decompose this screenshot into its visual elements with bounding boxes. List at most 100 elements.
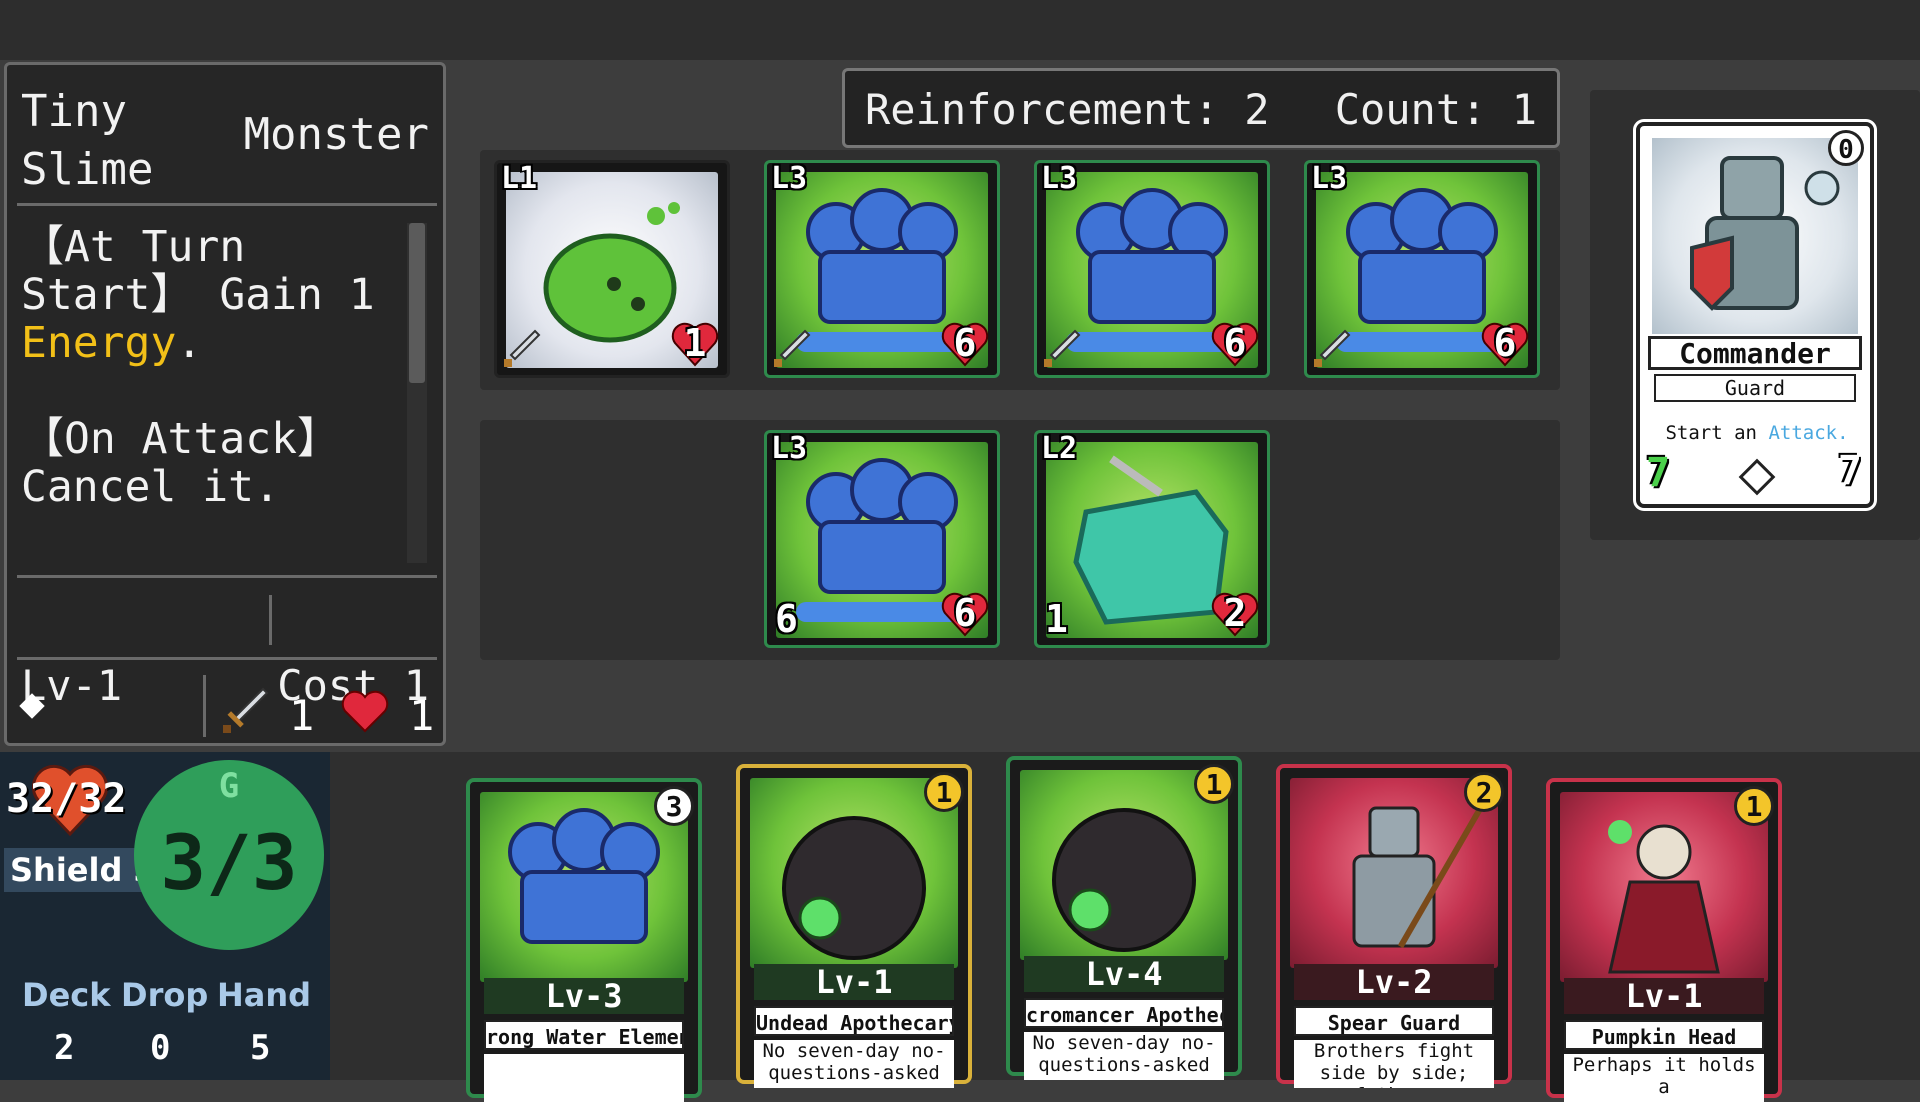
divider xyxy=(17,203,437,206)
count-label: Count: 1 xyxy=(1334,85,1537,134)
card-attack: 1 xyxy=(1045,597,1068,641)
inspector-health: 1 xyxy=(409,691,435,740)
card-level: Lv-4 xyxy=(1024,956,1224,992)
card-level: L3 xyxy=(1041,161,1078,196)
card-art xyxy=(750,778,958,968)
card-text xyxy=(484,1054,684,1102)
card-health: 6 xyxy=(1211,321,1259,367)
reinforcement-banner: Reinforcement: 2 Count: 1 xyxy=(842,68,1560,148)
inspector-name-line1: Tiny xyxy=(21,86,127,137)
hand-count: 5 xyxy=(250,1028,271,1068)
player-hp: 32/32 xyxy=(6,776,127,822)
card-health: 2 xyxy=(1211,591,1259,637)
board-card-water-elemental[interactable]: L3 6 xyxy=(764,160,1000,378)
inspector-name-line2: Slime xyxy=(21,144,154,195)
energy-value: 3/3 xyxy=(160,818,298,907)
deck-label[interactable]: Deck xyxy=(22,976,111,1014)
cost-badge: 1 xyxy=(924,772,964,812)
card-art xyxy=(1020,770,1228,960)
card-health-value: 2 xyxy=(1223,591,1247,635)
card-level: Lv-1 xyxy=(754,964,954,1000)
card-art xyxy=(1560,792,1768,982)
inspector-card-type: Monster xyxy=(243,109,429,160)
card-art xyxy=(480,792,688,982)
commander-count-badge: 0 xyxy=(1828,130,1864,166)
card-name: Spear Guard xyxy=(1294,1006,1494,1036)
commander-text-pre: Start an xyxy=(1665,422,1757,444)
desc-punct: . xyxy=(176,318,203,368)
card-text: Brothers fight side by side; fathers xyxy=(1294,1040,1494,1088)
card-name: Pumpkin Head xyxy=(1564,1020,1764,1050)
sword-icon xyxy=(1314,329,1351,367)
hand-card[interactable]: 1 Lv-4 cromancer Apothec No seven-day no… xyxy=(1006,756,1242,1080)
sword-icon xyxy=(504,329,541,367)
card-health-value: 6 xyxy=(953,321,977,365)
card-name: Undead Apothecary xyxy=(754,1006,954,1036)
board-card-water-elemental[interactable]: L3 6 xyxy=(1304,160,1540,378)
top-bar xyxy=(0,0,1920,60)
board-card-tiny-slime[interactable]: L1 1 xyxy=(494,160,730,378)
inspector-attack: 1 xyxy=(289,691,315,740)
commander-health: 7 xyxy=(1837,448,1862,494)
drop-count: 0 xyxy=(150,1028,171,1068)
commander-text: Start an Attack. xyxy=(1654,422,1860,444)
card-health-value: 6 xyxy=(953,591,977,635)
attack-keyword[interactable]: Attack. xyxy=(1768,422,1848,444)
energy-icon: G xyxy=(218,766,240,806)
board-card-water-elemental[interactable]: L3 6 xyxy=(1034,160,1270,378)
divider xyxy=(203,675,206,737)
divider xyxy=(269,595,272,645)
card-level: L3 xyxy=(771,161,808,196)
commander-art xyxy=(1652,138,1858,334)
sword-icon xyxy=(223,687,269,733)
desc-line: Start】 Gain 1 xyxy=(21,270,375,320)
board-card-water-elemental[interactable]: L3 6 6 xyxy=(764,430,1000,648)
description-scrollbar-thumb[interactable] xyxy=(409,223,425,383)
inspector-description: 【At Turn Start】 Gain 1 Energy. 【On Attac… xyxy=(21,223,409,511)
commander-card[interactable]: 0 Commander Guard Start an Attack. 7 7 xyxy=(1636,122,1874,508)
cost-badge: 1 xyxy=(1734,786,1774,826)
card-level: Lv-1 xyxy=(1564,978,1764,1014)
cost-badge: 2 xyxy=(1464,772,1504,812)
desc-line: Cancel it. xyxy=(21,462,280,512)
cost-badge: 3 xyxy=(654,786,694,826)
player-board-row xyxy=(480,420,1560,660)
card-health: 1 xyxy=(671,321,719,367)
card-level: Lv-3 xyxy=(484,978,684,1014)
card-level: L2 xyxy=(1041,431,1078,466)
hand-card[interactable]: 1 Lv-1 Undead Apothecary No seven-day no… xyxy=(736,764,972,1088)
commander-name: Commander xyxy=(1648,336,1862,370)
commander-attack: 7 xyxy=(1646,450,1671,496)
divider xyxy=(17,657,437,660)
divider xyxy=(17,575,437,578)
board-card-gelatinous-cube[interactable]: L2 1 2 xyxy=(1034,430,1270,648)
card-attack: 6 xyxy=(775,597,798,641)
energy-keyword[interactable]: Energy xyxy=(21,318,176,368)
card-health-value: 1 xyxy=(683,321,707,365)
card-art xyxy=(1290,778,1498,968)
drop-label[interactable]: Drop xyxy=(121,976,208,1014)
hand-label[interactable]: Hand xyxy=(217,976,311,1014)
hand-card[interactable]: 1 Lv-1 Pumpkin Head Perhaps it holds a xyxy=(1546,778,1782,1102)
deck-count: 2 xyxy=(54,1028,75,1068)
desc-line: 【At Turn xyxy=(21,222,246,272)
desc-spacer xyxy=(21,367,409,415)
hand-card[interactable]: 3 Lv-3 rong Water Elemente xyxy=(466,778,702,1102)
card-level: L3 xyxy=(771,431,808,466)
card-level: Lv-2 xyxy=(1294,964,1494,1000)
card-inspector-panel: Tiny Slime Monster 【At Turn Start】 Gain … xyxy=(4,62,446,746)
card-level: L1 xyxy=(501,161,538,196)
card-name: rong Water Elemente xyxy=(484,1020,684,1050)
diamond-icon xyxy=(1738,458,1776,496)
energy-orb: G 3/3 xyxy=(134,760,324,950)
card-level: L3 xyxy=(1311,161,1348,196)
hand-card[interactable]: 2 Lv-2 Spear Guard Brothers fight side b… xyxy=(1276,764,1512,1088)
commander-role: Guard xyxy=(1654,374,1856,402)
card-health: 6 xyxy=(1481,321,1529,367)
inspector-card-name: Tiny Slime xyxy=(21,83,153,199)
desc-line: 【On Attack】 xyxy=(21,414,340,464)
card-health: 6 xyxy=(941,591,989,637)
reinforcement-label: Reinforcement: 2 xyxy=(865,85,1270,134)
sword-icon xyxy=(774,329,811,367)
card-text: No seven-day no-questions-asked xyxy=(754,1040,954,1088)
